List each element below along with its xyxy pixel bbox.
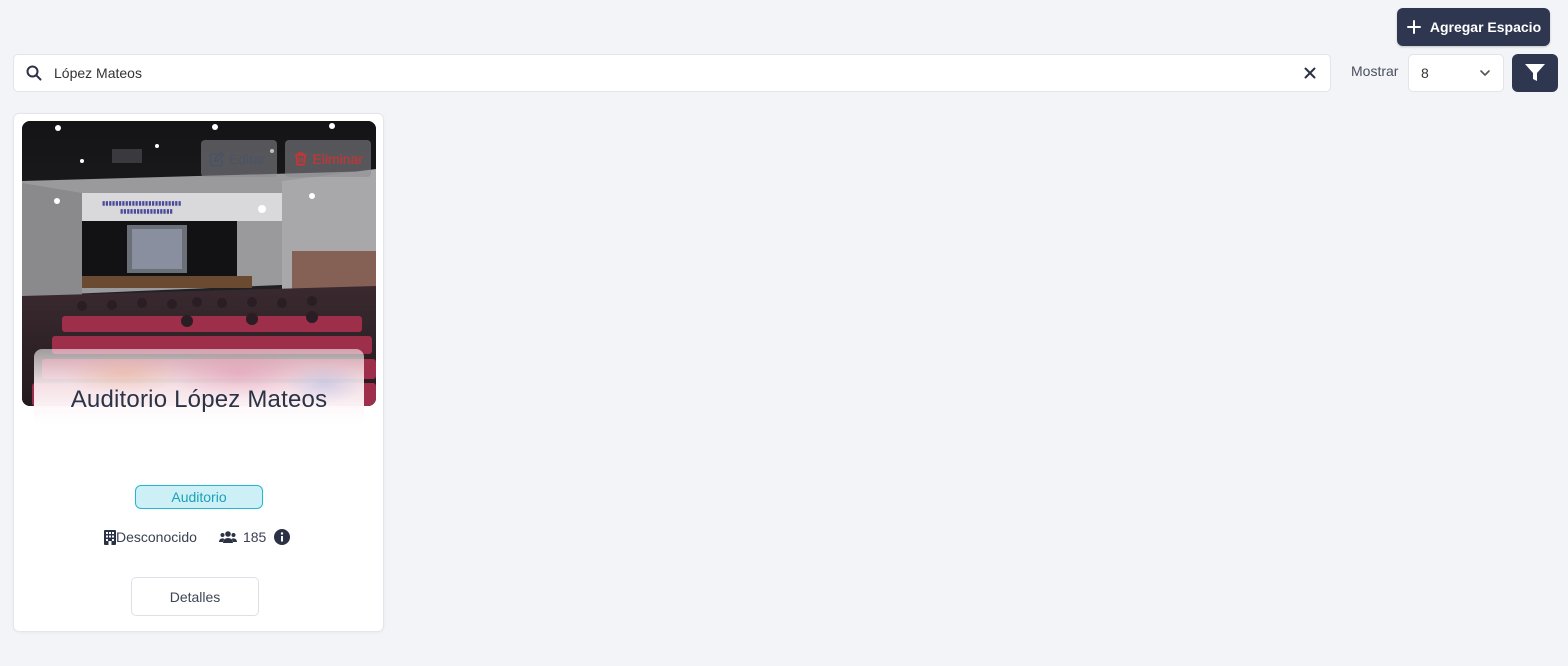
chevron-down-icon — [1480, 70, 1490, 76]
filter-icon — [1525, 64, 1545, 81]
filter-button[interactable] — [1512, 54, 1558, 92]
search-icon — [14, 65, 54, 81]
add-space-button[interactable]: Agregar Espacio — [1397, 8, 1550, 46]
space-meta: Desconocido 185 — [104, 527, 291, 547]
space-title: Auditorio López Mateos — [70, 386, 328, 413]
building-icon — [104, 529, 116, 545]
svg-text:▮▮▮▮▮▮▮▮▮▮▮▮▮▮▮▮: ▮▮▮▮▮▮▮▮▮▮▮▮▮▮▮▮ — [120, 209, 173, 215]
search-input[interactable] — [54, 55, 1290, 91]
edit-label: Editar — [229, 150, 266, 167]
info-icon[interactable] — [274, 529, 291, 545]
page-size-value: 8 — [1421, 65, 1429, 81]
page-size-select[interactable]: 8 — [1408, 54, 1504, 92]
category-badge: Auditorio — [135, 485, 263, 509]
trash-icon — [294, 151, 307, 166]
page: Agregar Espacio Mostrar 8 — [0, 0, 1568, 666]
add-space-label: Agregar Espacio — [1429, 19, 1542, 35]
svg-text:▮▮▮▮▮▮▮▮▮▮▮▮▮▮▮▮▮▮▮▮▮▮▮▮: ▮▮▮▮▮▮▮▮▮▮▮▮▮▮▮▮▮▮▮▮▮▮▮▮ — [102, 201, 181, 207]
details-button[interactable]: Detalles — [131, 577, 259, 616]
search-bar — [13, 54, 1331, 92]
space-card: ▮▮▮▮▮▮▮▮▮▮▮▮▮▮▮▮▮▮▮▮▮▮▮▮ ▮▮▮▮▮▮▮▮▮▮▮▮▮▮▮… — [13, 113, 384, 632]
edit-button[interactable]: Editar — [201, 140, 277, 177]
title-panel: Auditorio López Mateos — [34, 349, 364, 449]
delete-label: Eliminar — [312, 150, 363, 167]
show-label: Mostrar — [1351, 63, 1399, 79]
capacity-value: 185 — [242, 529, 267, 545]
users-icon — [218, 531, 237, 543]
building-value: Desconocido — [116, 529, 197, 545]
delete-button[interactable]: Eliminar — [285, 140, 371, 177]
clear-search-icon[interactable] — [1290, 67, 1330, 79]
plus-icon — [1406, 20, 1421, 34]
edit-icon — [209, 151, 225, 166]
